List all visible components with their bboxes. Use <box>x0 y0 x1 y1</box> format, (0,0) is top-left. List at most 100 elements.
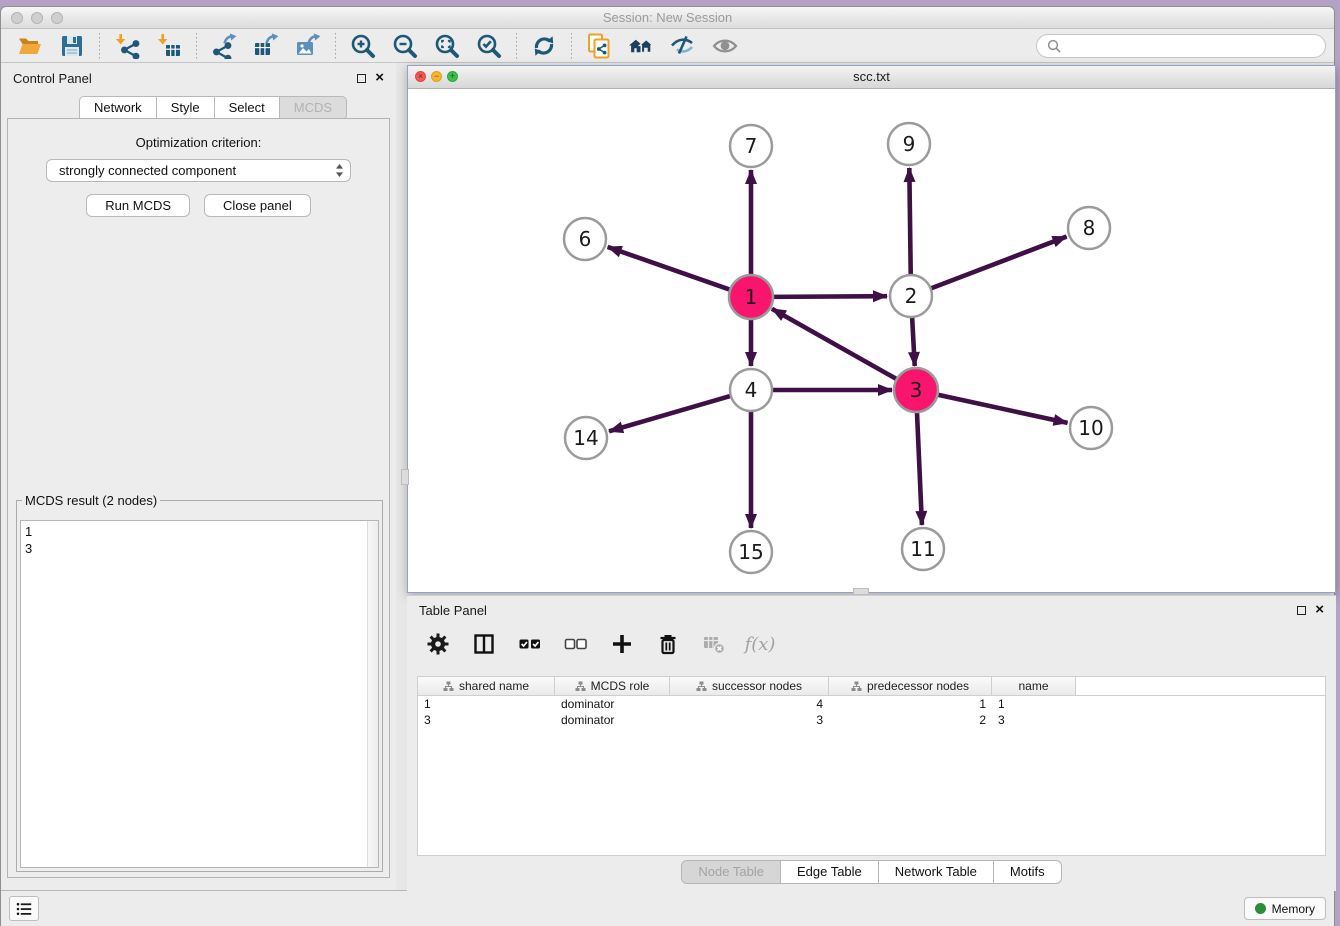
export-network-icon[interactable] <box>203 31 245 61</box>
cell-predecessor-nodes[interactable]: 1 <box>829 696 992 712</box>
table-panel-header: Table Panel × <box>407 596 1336 624</box>
select-all-icon[interactable] <box>517 631 543 657</box>
zoom-selected-icon[interactable] <box>468 31 510 61</box>
task-history-button[interactable] <box>9 896 39 921</box>
node-label-10: 10 <box>1078 416 1103 440</box>
network-window-titlebar[interactable]: × − + scc.txt <box>408 66 1335 89</box>
tab-edge-table[interactable]: Edge Table <box>781 860 879 884</box>
result-scrollbar[interactable] <box>367 521 378 867</box>
add-row-icon[interactable] <box>609 631 635 657</box>
mcds-panel: Optimization criterion: strongly connect… <box>7 118 390 878</box>
search-input[interactable] <box>1067 37 1315 54</box>
tab-motifs[interactable]: Motifs <box>994 860 1062 884</box>
export-table-icon[interactable] <box>245 31 287 61</box>
show-columns-icon[interactable] <box>471 631 497 657</box>
cell-name[interactable]: 3 <box>992 712 1076 728</box>
hierarchy-icon <box>575 681 586 692</box>
close-table-panel-icon[interactable]: × <box>1315 605 1324 615</box>
first-neighbors-icon[interactable] <box>620 31 662 61</box>
zoom-out-icon[interactable] <box>384 31 426 61</box>
network-canvas[interactable]: 7968124314101511 <box>408 89 1335 592</box>
control-panel: Control Panel × NetworkStyleSelectMCDS O… <box>1 63 396 890</box>
edge-4-14[interactable] <box>609 396 732 432</box>
deselect-all-icon[interactable] <box>563 631 589 657</box>
refresh-network-icon[interactable] <box>523 31 565 61</box>
column-header-name[interactable]: name <box>992 677 1076 695</box>
edge-3-10[interactable] <box>936 394 1068 423</box>
tab-select[interactable]: Select <box>215 96 280 120</box>
open-file-icon[interactable] <box>9 31 51 61</box>
cell-shared-name[interactable]: 1 <box>418 696 555 712</box>
column-header-predecessor-nodes[interactable]: predecessor nodes <box>829 677 992 695</box>
memory-status-dot <box>1255 903 1266 914</box>
tab-mcds[interactable]: MCDS <box>280 96 347 120</box>
export-image-icon[interactable] <box>287 31 329 61</box>
minimize-app-icon[interactable] <box>31 12 43 24</box>
cell-predecessor-nodes[interactable]: 2 <box>829 712 992 728</box>
minimize-network-window-icon[interactable]: − <box>431 71 442 82</box>
criterion-selected-value: strongly connected component <box>59 163 335 178</box>
mcds-result-area[interactable]: 13 <box>20 520 379 868</box>
maximize-network-window-icon[interactable]: + <box>447 71 458 82</box>
node-label-7: 7 <box>745 134 758 158</box>
import-table-icon[interactable] <box>148 31 190 61</box>
tab-network[interactable]: Network <box>79 96 157 120</box>
edge-3-11[interactable] <box>917 410 922 525</box>
zoom-app-icon[interactable] <box>51 12 63 24</box>
edge-2-9[interactable] <box>909 168 910 276</box>
float-panel-icon[interactable] <box>357 74 366 83</box>
app-window: Session: New Session Control Panel × Net… <box>0 6 1335 926</box>
tab-node-table[interactable]: Node Table <box>681 860 781 884</box>
zoom-fit-icon[interactable] <box>426 31 468 61</box>
table-row[interactable]: 1dominator411 <box>418 696 1325 712</box>
column-header-successor-nodes[interactable]: successor nodes <box>670 677 829 695</box>
main-toolbar <box>1 29 1334 63</box>
criterion-select[interactable]: strongly connected component <box>46 159 351 182</box>
table-row[interactable]: 3dominator323 <box>418 712 1325 728</box>
memory-button[interactable]: Memory <box>1244 897 1326 920</box>
run-mcds-button[interactable]: Run MCDS <box>86 194 190 217</box>
edge-3-1[interactable] <box>772 309 899 380</box>
show-hide-graphics-icon[interactable] <box>662 31 704 61</box>
close-app-icon[interactable] <box>11 12 23 24</box>
node-label-6: 6 <box>579 227 592 251</box>
cell-MCDS-role[interactable]: dominator <box>555 712 670 728</box>
search-box[interactable] <box>1036 34 1326 58</box>
node-label-1: 1 <box>745 285 758 309</box>
edge-2-8[interactable] <box>930 237 1067 289</box>
zoom-in-icon[interactable] <box>342 31 384 61</box>
cell-MCDS-role[interactable]: dominator <box>555 696 670 712</box>
toolbar-separator <box>571 33 572 59</box>
import-network-icon[interactable] <box>106 31 148 61</box>
cell-shared-name[interactable]: 3 <box>418 712 555 728</box>
edge-1-2[interactable] <box>771 296 887 297</box>
column-header-filler <box>1076 677 1325 695</box>
duplicate-network-icon[interactable] <box>578 31 620 61</box>
tab-network-table[interactable]: Network Table <box>879 860 994 884</box>
splitter-handle-vertical[interactable] <box>401 469 409 485</box>
tab-style[interactable]: Style <box>157 96 215 120</box>
edge-1-6[interactable] <box>608 247 732 290</box>
toolbar-separator <box>196 33 197 59</box>
node-label-4: 4 <box>745 378 758 402</box>
cell-successor-nodes[interactable]: 3 <box>670 712 829 728</box>
hierarchy-icon <box>443 681 454 692</box>
table-settings-icon[interactable] <box>425 631 451 657</box>
column-header-shared-name[interactable]: shared name <box>418 677 555 695</box>
close-network-window-icon[interactable]: × <box>415 71 426 82</box>
close-panel-icon[interactable]: × <box>375 73 384 83</box>
window-controls[interactable] <box>11 12 63 24</box>
float-table-panel-icon[interactable] <box>1297 606 1306 615</box>
delete-row-icon[interactable] <box>655 631 681 657</box>
status-bar: Memory <box>1 890 1334 926</box>
cell-name[interactable]: 1 <box>992 696 1076 712</box>
close-panel-button[interactable]: Close panel <box>204 194 311 217</box>
node-label-2: 2 <box>905 284 918 308</box>
toolbar-separator <box>516 33 517 59</box>
save-session-icon[interactable] <box>51 31 93 61</box>
edge-2-3[interactable] <box>912 316 915 366</box>
cell-successor-nodes[interactable]: 4 <box>670 696 829 712</box>
column-header-MCDS-role[interactable]: MCDS role <box>555 677 670 695</box>
show-hide-details-icon[interactable] <box>704 31 746 61</box>
splitter-handle-horizontal[interactable] <box>853 588 869 595</box>
